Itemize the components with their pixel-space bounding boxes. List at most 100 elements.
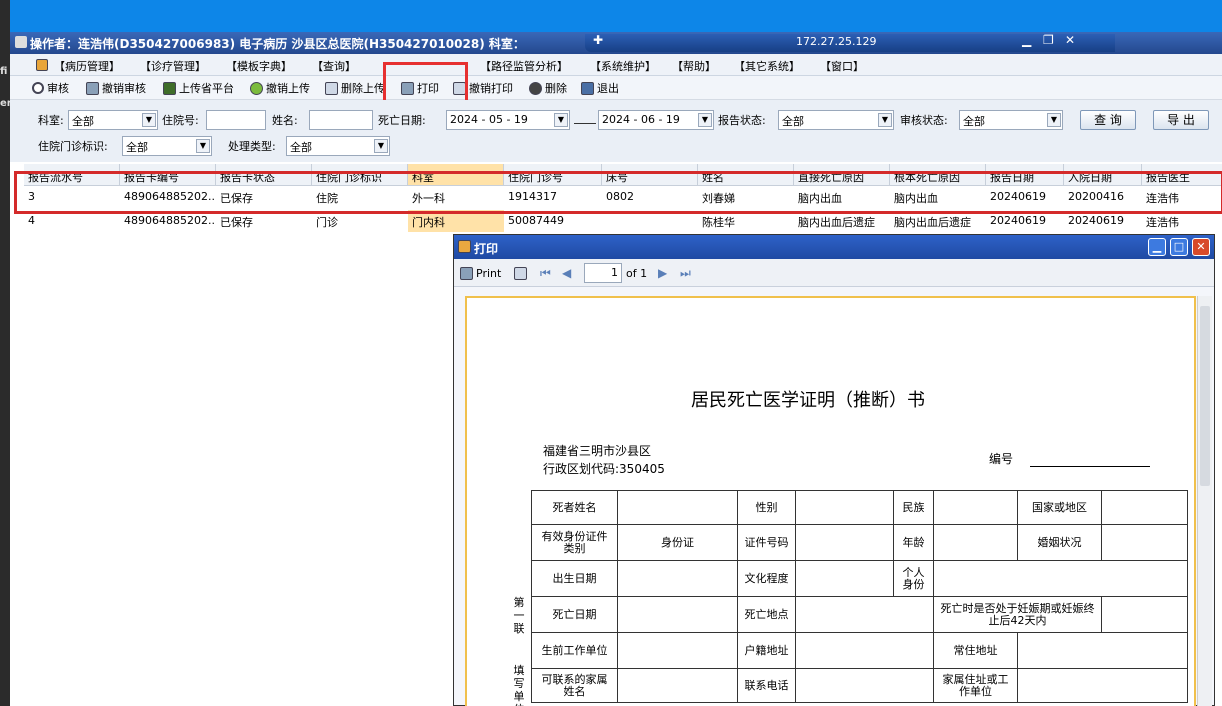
undo-audit-button[interactable]: 撤销审核 — [86, 80, 146, 96]
print-preview-scrollbar[interactable] — [1197, 296, 1212, 706]
print-window-minimize[interactable]: ▁ — [1148, 238, 1166, 256]
title-bar: 操作者：连浩伟(D350427006983) 电子病历 沙县区总医院(H3504… — [10, 32, 1222, 54]
undo-upload-button[interactable]: 撤销上传 — [250, 80, 310, 96]
prev-page-icon[interactable]: ◀ — [562, 266, 571, 280]
chevron-down-icon: ▼ — [878, 113, 892, 127]
form-label: 民族 — [893, 490, 934, 525]
name-label: 姓名: — [272, 114, 298, 127]
form-field[interactable] — [795, 596, 934, 633]
next-page-icon[interactable]: ▶ — [658, 266, 667, 280]
menu-bar: 【病历管理】 【诊疗管理】 【模板字典】 【查询】 【路径监管分析】 【系统维护… — [10, 54, 1222, 76]
delete-upload-button[interactable]: 删除上传 — [325, 80, 385, 96]
audit-status-select[interactable]: 全部 ▼ — [959, 110, 1063, 130]
toolbar: 审核 撤销审核 上传省平台 撤销上传 删除上传 打印 撤销打印 删除 退出 — [10, 76, 1222, 100]
name-input[interactable] — [309, 110, 373, 130]
edge-text-a: fi — [0, 66, 8, 77]
chevron-down-icon: ▼ — [1047, 113, 1061, 127]
form-field[interactable] — [795, 560, 894, 597]
menu-app-icon — [36, 59, 48, 71]
inpatient-no-label: 住院号: — [162, 114, 199, 127]
form-label: 死亡地点 — [737, 596, 796, 633]
form-label: 家属住址或工作单位 — [933, 668, 1018, 703]
delete-button[interactable]: 删除 — [529, 80, 567, 96]
print-preview-page: 居民死亡医学证明（推断）书 福建省三明市沙县区 行政区划代码:350405 编号… — [465, 296, 1196, 706]
form-field[interactable] — [1101, 596, 1188, 633]
audit-status-label: 审核状态: — [900, 114, 948, 127]
form-field[interactable] — [933, 490, 1018, 525]
form-field[interactable] — [795, 668, 934, 703]
death-date-label: 死亡日期: — [378, 114, 426, 127]
form-field[interactable] — [617, 668, 738, 703]
form-field[interactable] — [617, 490, 738, 525]
last-page-icon[interactable]: ⏭ — [680, 266, 691, 281]
close-button[interactable]: ✕ — [1065, 33, 1075, 47]
upload-button[interactable]: 上传省平台 — [163, 80, 234, 96]
restore-button[interactable]: ❐ — [1043, 33, 1054, 47]
form-field[interactable] — [1101, 490, 1188, 525]
form-field[interactable] — [1017, 632, 1188, 669]
report-status-select[interactable]: 全部 ▼ — [778, 110, 894, 130]
menu-help[interactable]: 【帮助】 — [672, 58, 716, 74]
form-label: 证件号码 — [737, 524, 796, 561]
delete-upload-icon — [325, 81, 338, 95]
menu-treatment[interactable]: 【诊疗管理】 — [140, 58, 206, 74]
menu-path-analysis[interactable]: 【路径监管分析】 — [480, 58, 568, 74]
date-to-picker[interactable]: 2024 - 06 - 19 ▼ — [598, 110, 714, 130]
print-action-button[interactable]: Print — [460, 265, 501, 281]
menu-template-dict[interactable]: 【模板字典】 — [226, 58, 292, 74]
export-doc-icon[interactable] — [514, 267, 527, 280]
form-label: 生前工作单位 — [531, 632, 618, 669]
first-page-icon[interactable]: ⏮ — [540, 266, 551, 281]
exit-button[interactable]: 退出 — [581, 80, 619, 96]
pin-icon[interactable]: ✚ — [593, 33, 603, 47]
menu-query[interactable]: 【查询】 — [312, 58, 356, 74]
form-field[interactable] — [617, 632, 738, 669]
menu-system-maintenance[interactable]: 【系统维护】 — [590, 58, 656, 74]
document-number-label: 编号 — [989, 452, 1014, 466]
form-label: 死者姓名 — [531, 490, 618, 525]
date-from-picker[interactable]: 2024 - 05 - 19 ▼ — [446, 110, 570, 130]
print-preview-window: 打印 ▁ □ ✕ Print ⏮ ◀ 1 of 1 ▶ ⏭ 居民死亡医学证明（推… — [453, 234, 1215, 706]
form-label: 户籍地址 — [737, 632, 796, 669]
form-field[interactable] — [933, 524, 1018, 561]
inpatient-no-input[interactable] — [206, 110, 266, 130]
selected-row-highlight — [14, 171, 1222, 214]
inout-select[interactable]: 全部 ▼ — [122, 136, 212, 156]
form-field[interactable] — [795, 524, 894, 561]
export-button[interactable]: 导 出 — [1153, 110, 1209, 130]
form-field[interactable] — [617, 596, 738, 633]
magnifier-icon — [32, 82, 44, 94]
print-window-close[interactable]: ✕ — [1192, 238, 1210, 256]
dept-select[interactable]: 全部 ▼ — [68, 110, 158, 130]
form-field[interactable] — [795, 632, 934, 669]
document-region: 福建省三明市沙县区 — [543, 444, 652, 458]
form-field[interactable] — [617, 560, 738, 597]
form-value: 身份证 — [617, 524, 738, 561]
form-field[interactable] — [933, 560, 1188, 597]
form-label: 联系电话 — [737, 668, 796, 703]
menu-window[interactable]: 【窗口】 — [820, 58, 864, 74]
page-number-input[interactable]: 1 — [584, 263, 622, 283]
menu-medical-record[interactable]: 【病历管理】 — [54, 58, 120, 74]
form-field[interactable] — [1101, 524, 1188, 561]
form-label: 个人身份 — [893, 560, 934, 597]
chevron-down-icon: ▼ — [142, 113, 156, 127]
form-label: 国家或地区 — [1017, 490, 1102, 525]
minimize-button[interactable]: ▁ — [1022, 33, 1031, 47]
chevron-down-icon: ▼ — [698, 113, 712, 127]
document-region-code: 行政区划代码:350405 — [543, 462, 665, 476]
form-field[interactable] — [1017, 668, 1188, 703]
process-type-select[interactable]: 全部 ▼ — [286, 136, 390, 156]
print-window-title-bar: 打印 ▁ □ ✕ — [454, 235, 1214, 259]
form-field[interactable] — [795, 490, 894, 525]
exit-icon — [581, 81, 594, 95]
audit-button[interactable]: 审核 — [32, 80, 69, 96]
menu-other-systems[interactable]: 【其它系统】 — [734, 58, 800, 74]
check-icon — [250, 81, 263, 95]
form-label: 出生日期 — [531, 560, 618, 597]
scroll-thumb[interactable] — [1200, 306, 1210, 486]
query-button[interactable]: 查 询 — [1080, 110, 1136, 130]
print-window-maximize[interactable]: □ — [1170, 238, 1188, 256]
form-label: 死亡时是否处于妊娠期或妊娠终止后42天内 — [933, 596, 1102, 633]
page-total: of 1 — [626, 267, 648, 280]
